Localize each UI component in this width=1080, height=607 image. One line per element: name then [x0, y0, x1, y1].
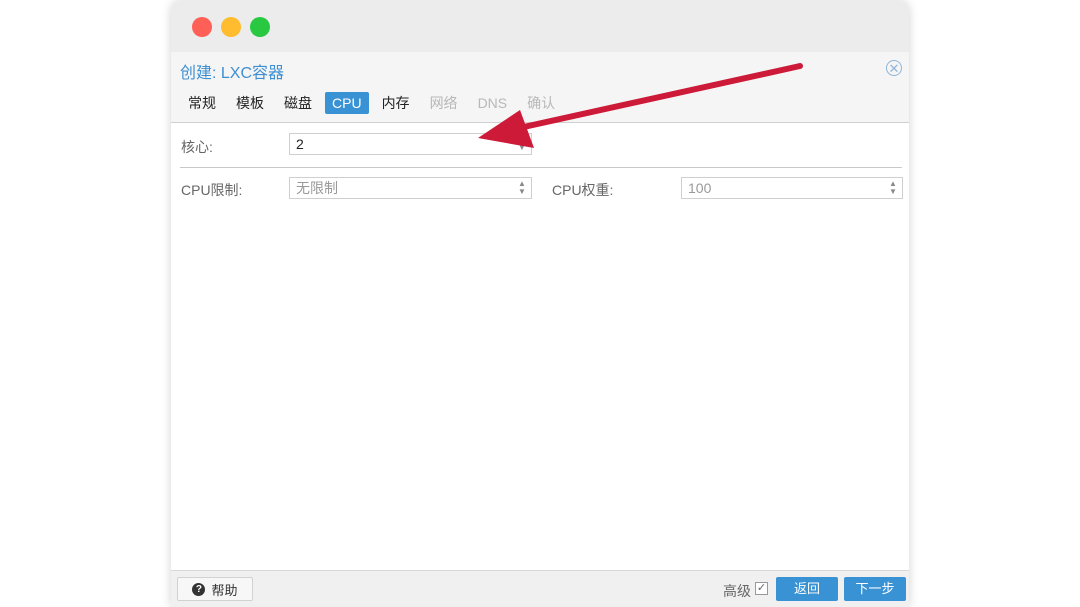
- cores-value: 2: [296, 136, 304, 152]
- close-window-button[interactable]: [192, 17, 212, 37]
- section-divider: [180, 167, 902, 168]
- next-button[interactable]: 下一步: [844, 577, 906, 601]
- cpu-limit-input[interactable]: 无限制 ▲ ▼: [289, 177, 532, 199]
- tab-network: 网络: [429, 95, 458, 111]
- dialog-footer: ? 帮助 高级 ✓ 返回 下一步: [171, 570, 909, 607]
- cores-label: 核心:: [181, 139, 213, 155]
- dialog-title: 创建: LXC容器: [180, 65, 285, 82]
- maximize-window-button[interactable]: [250, 17, 270, 37]
- cpu-weight-spinner-icon[interactable]: ▲ ▼: [888, 180, 898, 196]
- app-window: 创建: LXC容器 ✕ 常规 模板 磁盘 CPU 内存 网络 DNS 确认 核心…: [171, 0, 909, 607]
- cores-input[interactable]: 2 ▲ ▼: [289, 133, 532, 155]
- tab-template[interactable]: 模板: [229, 92, 271, 114]
- tab-dns: DNS: [477, 95, 508, 111]
- cpu-limit-spinner-icon[interactable]: ▲ ▼: [517, 180, 527, 196]
- tab-general[interactable]: 常规: [181, 92, 223, 114]
- cpu-limit-label: CPU限制:: [181, 182, 243, 198]
- dialog-header: 创建: LXC容器 ✕ 常规 模板 磁盘 CPU 内存 网络 DNS 确认: [171, 52, 909, 123]
- tab-disks[interactable]: 磁盘: [277, 92, 319, 114]
- wizard-tabs: 常规 模板 磁盘 CPU 内存 网络 DNS 确认: [181, 92, 568, 116]
- cpu-limit-placeholder: 无限制: [296, 180, 338, 196]
- back-button[interactable]: 返回: [776, 577, 838, 601]
- cpu-weight-label: CPU权重:: [552, 182, 614, 198]
- tab-cpu[interactable]: CPU: [325, 92, 369, 114]
- tab-memory[interactable]: 内存: [375, 92, 417, 114]
- tab-confirm: 确认: [527, 95, 556, 111]
- advanced-checkbox[interactable]: ✓: [755, 582, 768, 595]
- form-panel: 核心: 2 ▲ ▼ CPU限制: 无限制 ▲ ▼ CPU权重: 100 ▲ ▼: [171, 123, 909, 570]
- help-button[interactable]: ? 帮助: [177, 577, 253, 601]
- cores-spinner-icon[interactable]: ▲ ▼: [517, 136, 527, 152]
- help-button-label: 帮助: [211, 582, 238, 598]
- question-circle-icon: ?: [192, 582, 206, 596]
- cpu-weight-value: 100: [688, 180, 712, 196]
- cpu-weight-input[interactable]: 100 ▲ ▼: [681, 177, 903, 199]
- window-titlebar: [171, 0, 909, 52]
- minimize-window-button[interactable]: [221, 17, 241, 37]
- close-icon[interactable]: ✕: [886, 60, 902, 76]
- create-lxc-dialog: 创建: LXC容器 ✕ 常规 模板 磁盘 CPU 内存 网络 DNS 确认 核心…: [171, 52, 909, 607]
- advanced-label: 高级: [723, 583, 751, 599]
